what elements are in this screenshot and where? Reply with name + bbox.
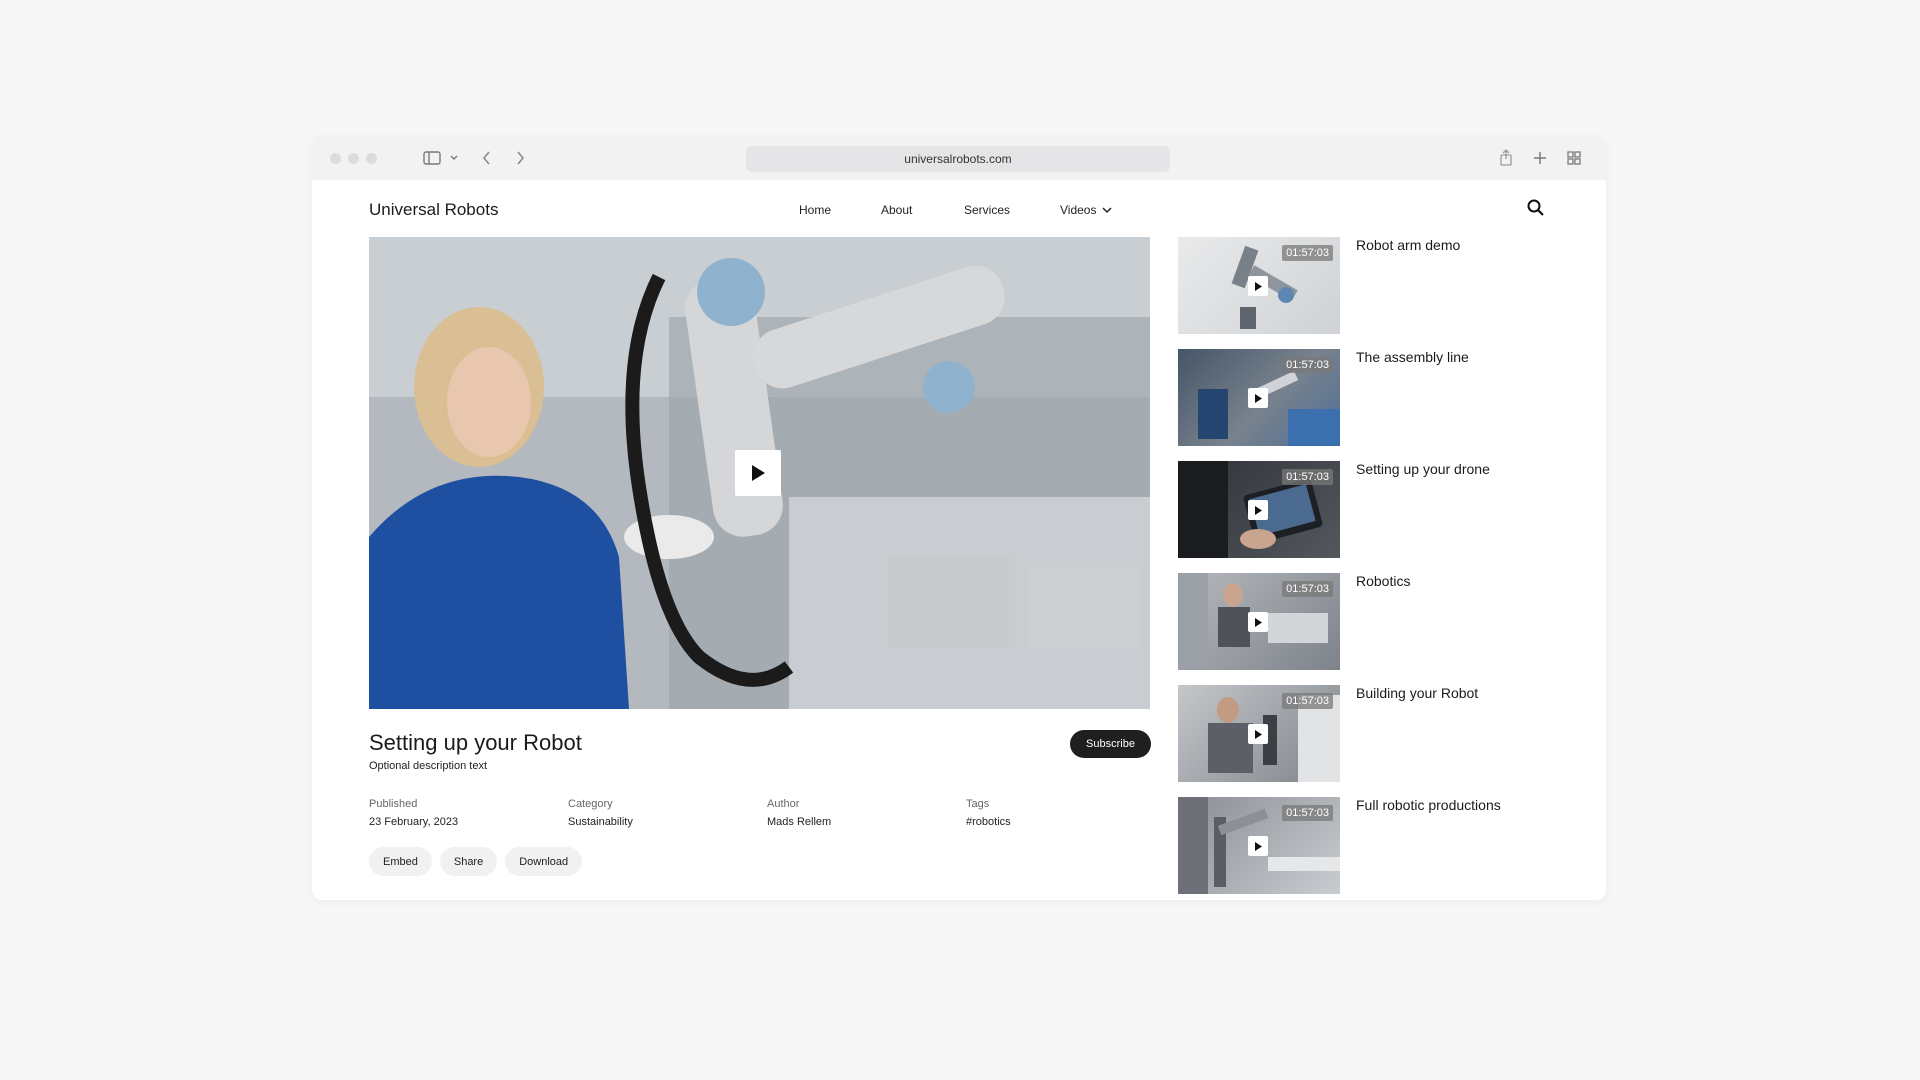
- window-controls: [330, 153, 377, 164]
- nav-videos-label: Videos: [1060, 203, 1097, 217]
- subscribe-button[interactable]: Subscribe: [1070, 730, 1151, 758]
- nav-videos-dropdown[interactable]: Videos: [1060, 203, 1113, 217]
- duration-badge: 01:57:03: [1282, 581, 1333, 597]
- duration-badge: 01:57:03: [1282, 245, 1333, 261]
- search-icon[interactable]: [1526, 198, 1548, 220]
- video-thumbnail[interactable]: 01:57:03: [1178, 237, 1340, 334]
- meta-label: Published: [369, 798, 418, 810]
- related-videos-list: 01:57:03 Robot arm demo 01:57:03 The ass…: [1178, 237, 1558, 900]
- meta-value[interactable]: #robotics: [966, 816, 1146, 828]
- chevron-down-icon[interactable]: [442, 146, 466, 170]
- nav-home[interactable]: Home: [799, 203, 831, 217]
- play-icon[interactable]: [1248, 724, 1268, 744]
- meta-value: Mads Rellem: [767, 816, 832, 828]
- video-thumbnail[interactable]: 01:57:03: [1178, 349, 1340, 446]
- list-item[interactable]: 01:57:03 Building your Robot: [1178, 685, 1558, 797]
- share-button[interactable]: Share: [439, 847, 498, 876]
- web-page: Universal Robots Home About Services Vid…: [312, 180, 1606, 900]
- duration-badge: 01:57:03: [1282, 357, 1333, 373]
- play-icon[interactable]: [1248, 500, 1268, 520]
- list-item[interactable]: 01:57:03 Robotics: [1178, 573, 1558, 685]
- video-item-title[interactable]: Robotics: [1356, 573, 1410, 589]
- browser-window: universalrobots.com Universal Robots Hom…: [312, 136, 1606, 900]
- download-button[interactable]: Download: [505, 847, 583, 876]
- list-item[interactable]: 01:57:03 The assembly line: [1178, 349, 1558, 461]
- maximize-window-button[interactable]: [366, 153, 377, 164]
- address-bar[interactable]: universalrobots.com: [746, 146, 1170, 172]
- forward-icon[interactable]: [508, 146, 532, 170]
- embed-button[interactable]: Embed: [369, 847, 432, 876]
- list-item[interactable]: 01:57:03 Full robotic productions: [1178, 797, 1558, 900]
- back-icon[interactable]: [475, 146, 499, 170]
- share-icon[interactable]: [1494, 146, 1518, 170]
- duration-badge: 01:57:03: [1282, 805, 1333, 821]
- list-item[interactable]: 01:57:03 Setting up your drone: [1178, 461, 1558, 573]
- play-icon[interactable]: [735, 450, 781, 496]
- video-thumbnail[interactable]: 01:57:03: [1178, 685, 1340, 782]
- sidebar-toggle-icon[interactable]: [420, 146, 444, 170]
- video-item-title[interactable]: Setting up your drone: [1356, 461, 1490, 477]
- video-thumbnail[interactable]: 01:57:03: [1178, 461, 1340, 558]
- video-description: Optional description text: [369, 760, 488, 772]
- play-icon[interactable]: [1248, 388, 1268, 408]
- tab-overview-icon[interactable]: [1562, 146, 1586, 170]
- video-actions: Embed Share Download: [369, 847, 583, 876]
- play-icon[interactable]: [1248, 836, 1268, 856]
- site-logo[interactable]: Universal Robots: [369, 200, 498, 220]
- meta-category: Category Sustainability: [568, 798, 748, 828]
- chevron-down-icon: [1102, 206, 1113, 213]
- play-icon[interactable]: [1248, 612, 1268, 632]
- play-icon[interactable]: [1248, 276, 1268, 296]
- meta-label: Category: [568, 798, 613, 810]
- nav-services[interactable]: Services: [964, 203, 1010, 217]
- meta-value: Sustainability: [568, 816, 633, 828]
- minimize-window-button[interactable]: [348, 153, 359, 164]
- main-video-player[interactable]: [369, 237, 1150, 709]
- video-item-title[interactable]: The assembly line: [1356, 349, 1469, 365]
- meta-published: Published 23 February, 2023: [369, 798, 549, 828]
- new-tab-icon[interactable]: [1528, 146, 1552, 170]
- meta-tags: Tags #robotics: [966, 798, 1146, 828]
- video-title: Setting up your Robot: [369, 730, 582, 755]
- video-item-title[interactable]: Full robotic productions: [1356, 797, 1501, 813]
- browser-toolbar: universalrobots.com: [312, 136, 1606, 180]
- meta-author: Author Mads Rellem: [767, 798, 947, 828]
- close-window-button[interactable]: [330, 153, 341, 164]
- duration-badge: 01:57:03: [1282, 469, 1333, 485]
- video-thumbnail[interactable]: 01:57:03: [1178, 797, 1340, 894]
- meta-label: Tags: [966, 798, 990, 810]
- video-thumbnail[interactable]: 01:57:03: [1178, 573, 1340, 670]
- meta-label: Author: [767, 798, 800, 810]
- nav-about[interactable]: About: [881, 203, 912, 217]
- video-item-title[interactable]: Building your Robot: [1356, 685, 1478, 701]
- list-item[interactable]: 01:57:03 Robot arm demo: [1178, 237, 1558, 349]
- video-item-title[interactable]: Robot arm demo: [1356, 237, 1460, 253]
- meta-value: 23 February, 2023: [369, 816, 459, 828]
- duration-badge: 01:57:03: [1282, 693, 1333, 709]
